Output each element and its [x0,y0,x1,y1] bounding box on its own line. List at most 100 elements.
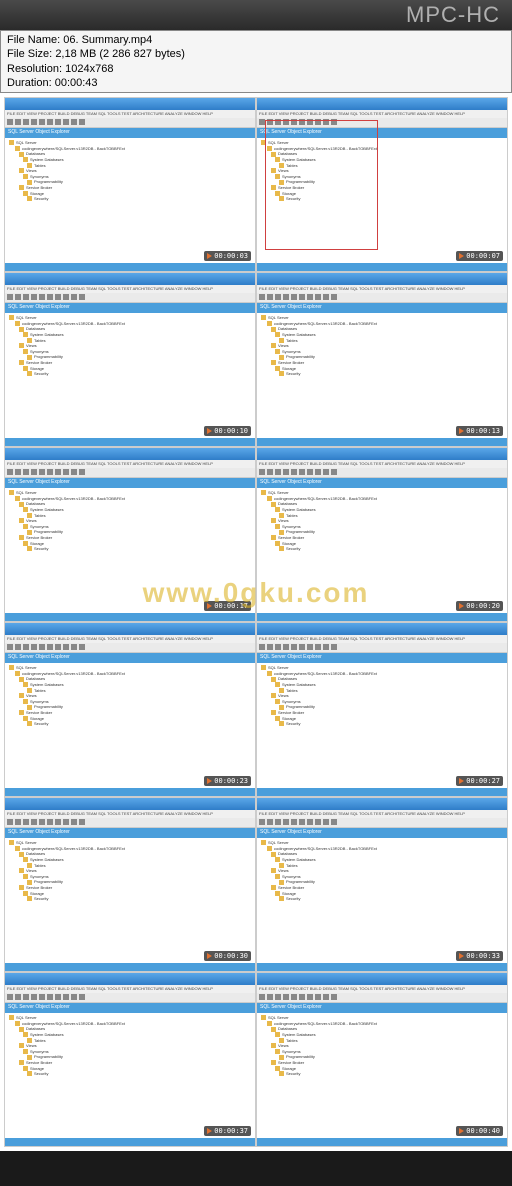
vs-menubar: FILE EDIT VIEW PROJECT BUILD DEBUG TEAM … [257,460,507,468]
toolbar-icon [7,644,13,650]
folder-icon [19,535,24,540]
vs-body: SQL Servercodingeverywhere/SQLServer.v13… [257,1013,507,1136]
video-thumbnail[interactable]: FILE EDIT VIEW PROJECT BUILD DEBUG TEAM … [256,272,508,447]
vs-window-titlebar [5,623,255,635]
folder-icon [279,880,284,885]
folder-icon [275,524,280,529]
toolbar-icon [323,469,329,475]
folder-icon [19,885,24,890]
folder-icon [271,152,276,157]
toolbar-icon [23,294,29,300]
folder-icon [23,366,28,371]
folder-icon [27,1055,32,1060]
tree-node: Security [9,371,151,377]
tree-node: Security [9,721,151,727]
folder-icon [271,518,276,523]
folder-icon [279,1071,284,1076]
vs-body: SQL Servercodingeverywhere/SQLServer.v13… [5,313,255,436]
object-explorer-header: SQL Server Object Explorer [257,128,507,138]
toolbar-icon [259,994,265,1000]
toolbar-icon [331,294,337,300]
folder-icon [275,157,280,162]
vs-toolbar [257,293,507,303]
play-icon [207,603,212,609]
toolbar-icon [331,119,337,125]
folder-icon [27,1038,32,1043]
server-icon [261,140,266,145]
timestamp-badge: 00:00:10 [204,426,251,436]
folder-icon [27,196,32,201]
toolbar-icon [299,819,305,825]
tree-node: Security [261,721,403,727]
video-thumbnail[interactable]: FILE EDIT VIEW PROJECT BUILD DEBUG TEAM … [4,272,256,447]
folder-icon [19,1043,24,1048]
folder-icon [19,502,24,507]
folder-icon [279,705,284,710]
folder-icon [271,1027,276,1032]
video-thumbnail[interactable]: FILE EDIT VIEW PROJECT BUILD DEBUG TEAM … [256,972,508,1147]
thumbnail-grid: FILE EDIT VIEW PROJECT BUILD DEBUG TEAM … [0,93,512,1151]
toolbar-icon [39,994,45,1000]
vs-body: SQL Servercodingeverywhere/SQLServer.v13… [5,138,255,261]
folder-icon [271,677,276,682]
vs-toolbar [5,993,255,1003]
folder-icon [271,168,276,173]
vs-statusbar [257,963,507,971]
server-node-icon [15,846,20,851]
duration-label: Duration: [7,77,52,89]
folder-icon [27,180,32,185]
object-explorer-header: SQL Server Object Explorer [5,828,255,838]
toolbar-icon [307,119,313,125]
toolbar-icon [15,469,21,475]
vs-body: SQL Servercodingeverywhere/SQLServer.v13… [257,313,507,436]
toolbar-icon [299,119,305,125]
video-thumbnail[interactable]: FILE EDIT VIEW PROJECT BUILD DEBUG TEAM … [256,797,508,972]
vs-menubar: FILE EDIT VIEW PROJECT BUILD DEBUG TEAM … [257,285,507,293]
toolbar-icon [283,119,289,125]
folder-icon [23,716,28,721]
toolbar-icon [275,294,281,300]
video-thumbnail[interactable]: FILE EDIT VIEW PROJECT BUILD DEBUG TEAM … [4,622,256,797]
toolbar-icon [7,994,13,1000]
vs-toolbar [257,993,507,1003]
toolbar-icon [23,469,29,475]
toolbar-icon [283,644,289,650]
play-icon [207,253,212,259]
video-thumbnail[interactable]: FILE EDIT VIEW PROJECT BUILD DEBUG TEAM … [4,797,256,972]
folder-icon [23,1049,28,1054]
toolbar-icon [315,644,321,650]
vs-body: SQL Servercodingeverywhere/SQLServer.v13… [257,138,507,261]
vs-menubar: FILE EDIT VIEW PROJECT BUILD DEBUG TEAM … [257,110,507,118]
timestamp-badge: 00:00:33 [456,951,503,961]
toolbar-icon [275,469,281,475]
toolbar-icon [71,119,77,125]
server-icon [261,665,266,670]
vs-toolbar [257,818,507,828]
folder-icon [271,1043,276,1048]
toolbar-icon [63,994,69,1000]
toolbar-icon [39,294,45,300]
toolbar-icon [299,644,305,650]
folder-icon [275,1066,280,1071]
video-thumbnail[interactable]: FILE EDIT VIEW PROJECT BUILD DEBUG TEAM … [4,972,256,1147]
toolbar-icon [307,469,313,475]
video-thumbnail[interactable]: FILE EDIT VIEW PROJECT BUILD DEBUG TEAM … [256,97,508,272]
folder-icon [27,338,32,343]
toolbar-icon [39,819,45,825]
video-thumbnail[interactable]: FILE EDIT VIEW PROJECT BUILD DEBUG TEAM … [256,622,508,797]
folder-icon [27,896,32,901]
vs-statusbar [5,788,255,796]
vs-statusbar [257,1138,507,1146]
timestamp-text: 00:00:30 [214,952,248,960]
toolbar-icon [23,994,29,1000]
video-thumbnail[interactable]: FILE EDIT VIEW PROJECT BUILD DEBUG TEAM … [256,447,508,622]
folder-icon [275,507,280,512]
folder-icon [23,174,28,179]
video-thumbnail[interactable]: FILE EDIT VIEW PROJECT BUILD DEBUG TEAM … [4,97,256,272]
toolbar-icon [315,819,321,825]
server-icon [261,1015,266,1020]
folder-icon [19,868,24,873]
video-thumbnail[interactable]: FILE EDIT VIEW PROJECT BUILD DEBUG TEAM … [4,447,256,622]
vs-toolbar [5,818,255,828]
server-node-icon [15,496,20,501]
